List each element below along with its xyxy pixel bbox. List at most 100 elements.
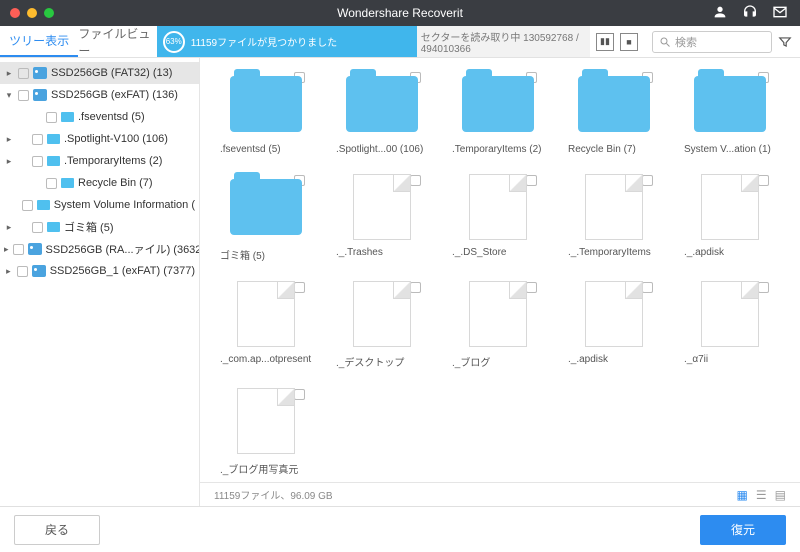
thumbnail xyxy=(689,70,771,138)
scan-controls: ▮▮ ■ xyxy=(590,26,644,57)
folder-item[interactable]: Recycle Bin (7) xyxy=(568,70,660,155)
checkbox[interactable] xyxy=(46,112,57,123)
item-label: .TemporaryItems (2) xyxy=(452,144,544,155)
folder-item[interactable]: .Spotlight...00 (106) xyxy=(336,70,428,155)
file-item[interactable]: ._ブログ xyxy=(452,280,544,369)
status-bar: 11159ファイル、96.09 GB ▦ ☰ ▤ xyxy=(200,482,800,506)
stop-button[interactable]: ■ xyxy=(620,33,638,51)
checkbox[interactable] xyxy=(526,282,537,293)
tree-item[interactable]: Recycle Bin (7) xyxy=(0,172,199,194)
item-label: ._デスクトップ xyxy=(336,354,428,369)
file-icon xyxy=(237,388,295,454)
file-item[interactable]: ._com.ap...otpresent xyxy=(220,280,312,369)
folder-icon xyxy=(47,156,60,166)
tree-item[interactable]: ▸ SSD256GB (FAT32) (13) xyxy=(0,62,199,84)
checkbox[interactable] xyxy=(642,282,653,293)
thumbnail xyxy=(225,70,307,138)
tree-item[interactable]: ▸.TemporaryItems (2) xyxy=(0,150,199,172)
file-icon xyxy=(469,174,527,240)
tree-item-label: System Volume Information ( xyxy=(54,199,195,211)
item-label: Recycle Bin (7) xyxy=(568,144,660,155)
chevron-icon[interactable]: ▸ xyxy=(4,68,14,79)
folder-item[interactable]: ゴミ箱 (5) xyxy=(220,173,312,262)
item-label: System V...ation (1) xyxy=(684,144,776,155)
item-label: ._.DS_Store xyxy=(452,247,544,258)
item-label: ._.TemporaryItems xyxy=(568,247,660,258)
file-item[interactable]: ._.apdisk xyxy=(568,280,660,369)
tree-item[interactable]: ▾SSD256GB (exFAT) (136) xyxy=(0,84,199,106)
folder-icon xyxy=(61,112,74,122)
folder-item[interactable]: .fseventsd (5) xyxy=(220,70,312,155)
thumbnail xyxy=(225,173,307,241)
tab-tree[interactable]: ツリー表示 xyxy=(0,26,78,57)
view-grid-icon[interactable]: ▦ xyxy=(737,488,748,502)
folder-icon xyxy=(230,76,302,132)
file-item[interactable]: ._.apdisk xyxy=(684,173,776,262)
tree-item[interactable]: ▸.Spotlight-V100 (106) xyxy=(0,128,199,150)
checkbox[interactable] xyxy=(294,282,305,293)
checkbox[interactable] xyxy=(46,178,57,189)
chevron-icon[interactable]: ▸ xyxy=(4,244,9,255)
tree-item[interactable]: ▸ゴミ箱 (5) xyxy=(0,216,199,238)
checkbox[interactable] xyxy=(758,282,769,293)
file-icon xyxy=(469,281,527,347)
thumbnail xyxy=(341,173,423,241)
view-detail-icon[interactable]: ▤ xyxy=(775,488,786,502)
app-title: Wondershare Recoverit xyxy=(0,6,800,20)
thumbnail xyxy=(457,280,539,348)
file-icon xyxy=(353,174,411,240)
checkbox[interactable] xyxy=(758,175,769,186)
file-icon xyxy=(585,174,643,240)
recover-button[interactable]: 復元 xyxy=(700,515,786,545)
tree-item[interactable]: ▸SSD256GB_1 (exFAT) (7377) xyxy=(0,260,199,282)
checkbox[interactable] xyxy=(18,68,29,79)
checkbox[interactable] xyxy=(294,389,305,400)
file-item[interactable]: ._.TemporaryItems xyxy=(568,173,660,262)
folder-item[interactable]: .TemporaryItems (2) xyxy=(452,70,544,155)
chevron-icon[interactable]: ▸ xyxy=(4,134,14,145)
checkbox[interactable] xyxy=(13,244,24,255)
checkbox[interactable] xyxy=(32,156,43,167)
tree-item[interactable]: ▸ SSD256GB (RA...ァイル) (3632 xyxy=(0,238,199,260)
tree-item-label: SSD256GB (FAT32) (13) xyxy=(51,67,172,79)
tree-item[interactable]: System Volume Information ( xyxy=(0,194,199,216)
checkbox[interactable] xyxy=(642,175,653,186)
item-label: ._ブログ xyxy=(452,354,544,369)
checkbox[interactable] xyxy=(32,134,43,145)
file-item[interactable]: ._.Trashes xyxy=(336,173,428,262)
sidebar-tree: ▸ SSD256GB (FAT32) (13) ▾SSD256GB (exFAT) … xyxy=(0,58,200,506)
item-label: ゴミ箱 (5) xyxy=(220,247,312,262)
file-item[interactable]: ._.DS_Store xyxy=(452,173,544,262)
file-icon xyxy=(353,281,411,347)
thumbnail xyxy=(341,280,423,348)
chevron-icon[interactable]: ▸ xyxy=(4,266,13,277)
thumbnail xyxy=(225,387,307,455)
chevron-icon[interactable]: ▾ xyxy=(4,90,14,101)
checkbox[interactable] xyxy=(18,90,29,101)
view-list-icon[interactable]: ☰ xyxy=(756,488,767,502)
footer: 戻る 復元 xyxy=(0,506,800,552)
tree-item-label: SSD256GB (RA...ァイル) (3632 xyxy=(46,241,200,257)
checkbox[interactable] xyxy=(32,222,43,233)
checkbox[interactable] xyxy=(410,175,421,186)
checkbox[interactable] xyxy=(17,266,28,277)
checkbox[interactable] xyxy=(22,200,33,211)
checkbox[interactable] xyxy=(526,175,537,186)
progress-percent: 63% xyxy=(163,31,185,53)
filter-icon[interactable] xyxy=(778,35,792,49)
file-item[interactable]: ._ブログ用写真元 xyxy=(220,387,312,476)
back-button[interactable]: 戻る xyxy=(14,515,100,545)
checkbox[interactable] xyxy=(410,282,421,293)
thumbnail xyxy=(689,173,771,241)
tab-file[interactable]: ファイルビュー xyxy=(78,26,156,57)
pause-button[interactable]: ▮▮ xyxy=(596,33,614,51)
chevron-icon[interactable]: ▸ xyxy=(4,156,14,167)
file-item[interactable]: ._α7ii xyxy=(684,280,776,369)
folder-item[interactable]: System V...ation (1) xyxy=(684,70,776,155)
file-item[interactable]: ._デスクトップ xyxy=(336,280,428,369)
chevron-icon[interactable]: ▸ xyxy=(4,222,14,233)
file-icon xyxy=(701,281,759,347)
tree-item[interactable]: .fseventsd (5) xyxy=(0,106,199,128)
search-input[interactable]: 検索 xyxy=(652,31,772,53)
folder-icon xyxy=(61,178,74,188)
